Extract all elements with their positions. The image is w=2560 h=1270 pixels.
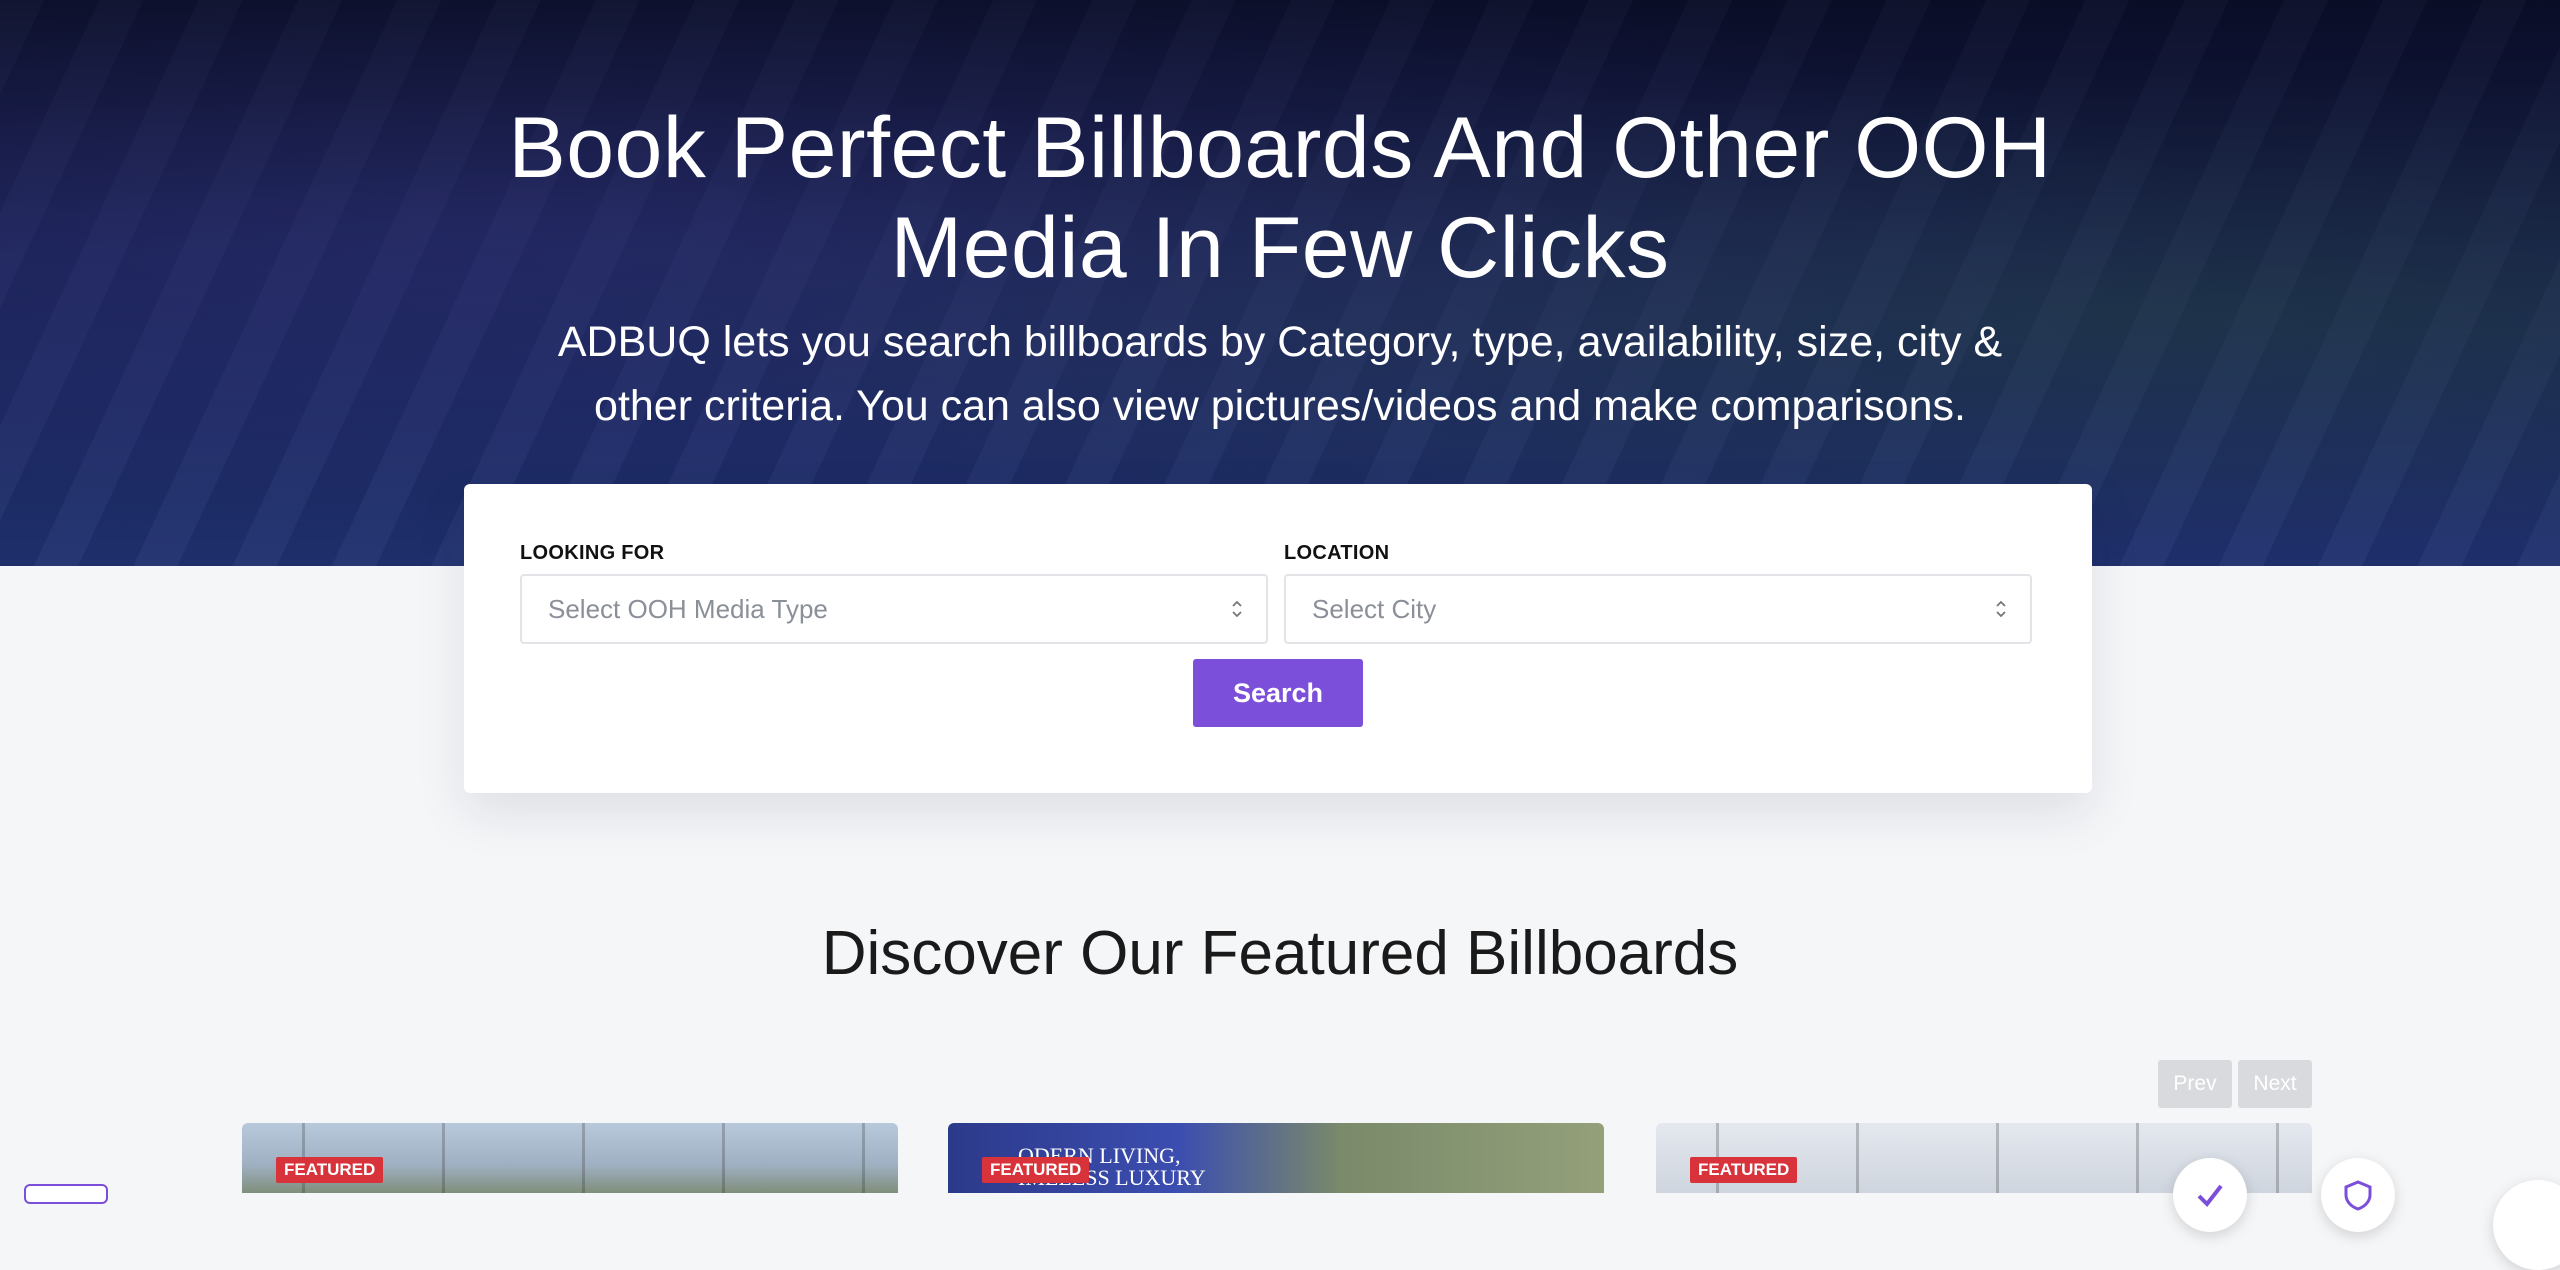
check-icon[interactable] xyxy=(2173,1158,2247,1232)
search-panel: LOOKING FOR Select OOH Media Type LOCATI… xyxy=(464,484,2092,793)
looking-for-label: LOOKING FOR xyxy=(520,542,665,564)
billboard-card[interactable]: ODERN LIVING, IMELESS LUXURY FEATURED xyxy=(948,1123,1604,1193)
chevron-updown-icon xyxy=(1232,600,1242,618)
hero-subtitle-line: ADBUQ lets you search billboards by Cate… xyxy=(557,318,2003,366)
hero-title: Book Perfect Billboards And Other OOH Me… xyxy=(0,98,2560,298)
shield-icon-glyph xyxy=(2344,1180,2372,1211)
featured-badge: FEATURED xyxy=(1690,1157,1798,1183)
billboard-card[interactable]: FEATURED xyxy=(242,1123,898,1193)
hero-title-line: Media In Few Clicks xyxy=(890,200,1670,296)
featured-badge: FEATURED xyxy=(276,1157,384,1183)
shield-icon[interactable] xyxy=(2321,1158,2395,1232)
city-select[interactable]: Select City xyxy=(1284,574,2032,644)
hero-subtitle-line: other criteria. You can also view pictur… xyxy=(594,382,1966,430)
check-icon-glyph xyxy=(2197,1184,2223,1208)
corner-widget[interactable] xyxy=(24,1184,108,1204)
chevron-updown-icon xyxy=(1996,600,2006,618)
city-placeholder: Select City xyxy=(1312,593,1437,624)
media-type-placeholder: Select OOH Media Type xyxy=(548,593,828,624)
featured-badge: FEATURED xyxy=(982,1157,1090,1183)
chat-widget-icon[interactable] xyxy=(2493,1180,2560,1270)
prev-button[interactable]: Prev xyxy=(2158,1060,2232,1108)
hero-title-line: Book Perfect Billboards And Other OOH xyxy=(508,100,2052,196)
next-button[interactable]: Next xyxy=(2238,1060,2312,1108)
media-type-select[interactable]: Select OOH Media Type xyxy=(520,574,1268,644)
location-label: LOCATION xyxy=(1284,542,1390,564)
search-button[interactable]: Search xyxy=(1193,659,1363,727)
hero-subtitle: ADBUQ lets you search billboards by Cate… xyxy=(0,310,2560,438)
featured-section-title: Discover Our Featured Billboards xyxy=(821,919,1739,988)
